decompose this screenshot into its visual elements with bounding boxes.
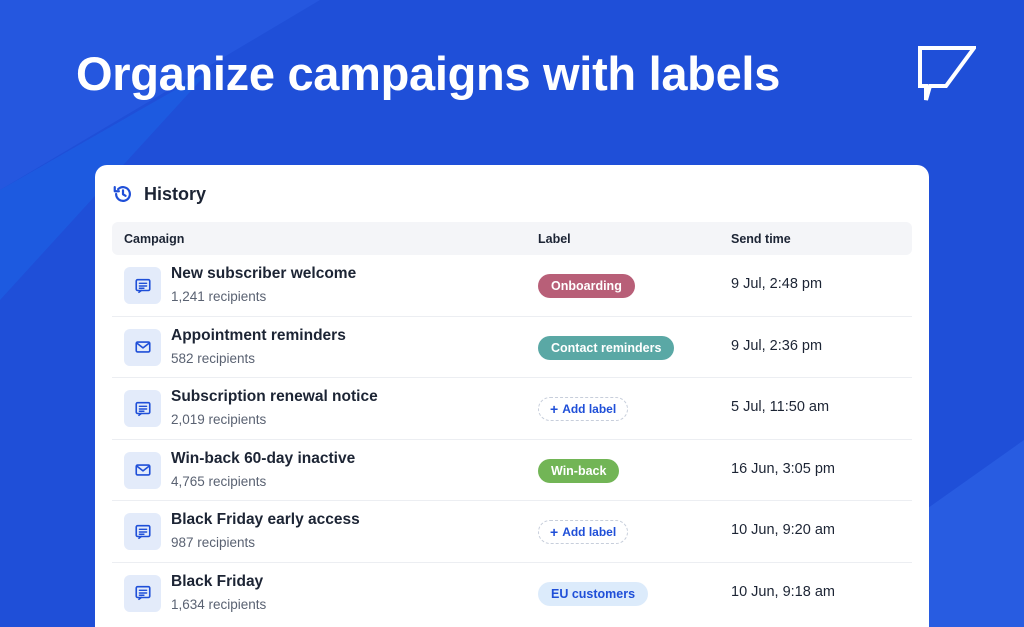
campaign-name[interactable]: Black Friday xyxy=(171,573,263,591)
plus-icon: + xyxy=(550,524,559,541)
campaign-recipients: 2,019 recipients xyxy=(171,412,267,428)
card-title: History xyxy=(144,183,207,204)
label-tag[interactable]: EU customers xyxy=(538,581,649,606)
history-card: History Campaign Label Send time New sub… xyxy=(95,165,929,627)
label-tag[interactable]: Onboarding xyxy=(538,274,635,298)
campaign-name[interactable]: Appointment reminders xyxy=(171,327,346,345)
add-label-button[interactable]: + Add label xyxy=(538,397,629,422)
label-cell: EU customers xyxy=(538,581,649,606)
table-header: Campaign Label Send time xyxy=(112,222,912,255)
label-cell: Contact reminders xyxy=(538,335,675,360)
label-cell: + Add label xyxy=(538,397,629,422)
column-header-label[interactable]: Label xyxy=(538,232,571,246)
campaign-recipients: 1,634 recipients xyxy=(171,596,267,612)
history-icon xyxy=(113,186,131,202)
message-icon xyxy=(124,390,161,428)
campaign-recipients: 4,765 recipients xyxy=(171,473,267,489)
card-header: History xyxy=(112,183,206,205)
page-headline: Organize campaigns with labels xyxy=(76,47,781,100)
message-icon xyxy=(124,513,161,551)
send-time: 10 Jun, 9:18 am xyxy=(731,583,835,600)
send-time: 9 Jul, 2:36 pm xyxy=(731,337,823,354)
campaign-recipients: 582 recipients xyxy=(171,350,256,366)
brand-logo-icon xyxy=(918,46,976,101)
label-tag[interactable]: Contact reminders xyxy=(538,335,675,360)
campaign-list: New subscriber welcome 1,241 recipients On… xyxy=(112,255,912,625)
campaign-row[interactable]: Appointment reminders 582 recipients Conta… xyxy=(112,317,912,379)
campaign-name[interactable]: Win-back 60-day inactive xyxy=(171,450,355,468)
label-tag[interactable]: Win-back xyxy=(538,458,620,483)
send-time: 16 Jun, 3:05 pm xyxy=(731,460,835,477)
send-time: 10 Jun, 9:20 am xyxy=(731,522,835,539)
label-cell: Win-back xyxy=(538,458,620,483)
message-icon xyxy=(124,267,161,304)
campaign-name[interactable]: Black Friday early access xyxy=(171,511,360,529)
plus-icon: + xyxy=(550,401,559,418)
campaign-name[interactable]: New subscriber welcome xyxy=(171,265,356,283)
add-label-button[interactable]: + Add label xyxy=(538,520,629,545)
campaign-row[interactable]: Win-back 60-day inactive 4,765 recipients… xyxy=(112,440,912,502)
label-cell: + Add label xyxy=(538,520,629,545)
column-header-send-time[interactable]: Send time xyxy=(731,232,791,246)
campaign-row[interactable]: Black Friday early access 987 recipients +… xyxy=(112,501,912,563)
send-time: 5 Jul, 11:50 am xyxy=(731,399,830,416)
send-time: 9 Jul, 2:48 pm xyxy=(731,276,823,292)
column-header-campaign[interactable]: Campaign xyxy=(124,232,184,246)
campaign-name[interactable]: Subscription renewal notice xyxy=(171,388,378,406)
envelope-icon xyxy=(124,328,161,366)
add-label-text: Add label xyxy=(562,402,617,417)
envelope-icon xyxy=(124,451,161,489)
campaign-row[interactable]: Subscription renewal notice 2,019 recipie… xyxy=(112,378,912,440)
campaign-row[interactable]: New subscriber welcome 1,241 recipients On… xyxy=(112,255,912,317)
campaign-recipients: 1,241 recipients xyxy=(171,289,267,304)
label-cell: Onboarding xyxy=(538,274,635,298)
campaign-row[interactable]: Black Friday 1,634 recipients EU customers… xyxy=(112,563,912,625)
campaign-recipients: 987 recipients xyxy=(171,535,256,551)
add-label-text: Add label xyxy=(562,525,617,540)
message-icon xyxy=(124,574,161,612)
